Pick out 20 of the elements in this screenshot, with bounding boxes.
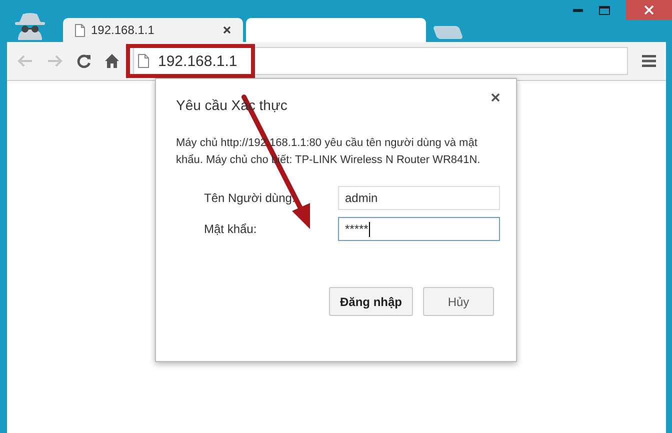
input-field[interactable]: ***** (338, 217, 500, 241)
home-icon[interactable] (105, 54, 119, 68)
tab-title: 192.168.1.1 (91, 23, 156, 37)
close-icon[interactable] (491, 93, 500, 102)
input-field[interactable]: admin (338, 186, 500, 210)
close-icon[interactable] (223, 26, 231, 34)
menu-icon[interactable] (642, 55, 656, 67)
minimize-icon[interactable] (573, 8, 583, 12)
reload-icon[interactable] (77, 54, 91, 68)
page-icon (138, 54, 149, 68)
page-icon (75, 24, 85, 36)
incognito-icon (13, 12, 47, 40)
field-label: Mật khẩu: (204, 222, 258, 236)
dialog-button[interactable]: Đăng nhập (329, 287, 413, 316)
url-text: 192.168.1.1 (158, 52, 238, 70)
close-window-button[interactable] (626, 0, 672, 20)
close-icon (644, 5, 654, 15)
maximize-icon[interactable] (599, 6, 610, 14)
browser-tab[interactable]: 192.168.1.1 (63, 18, 243, 42)
dialog-button[interactable]: Hủy (423, 287, 494, 316)
